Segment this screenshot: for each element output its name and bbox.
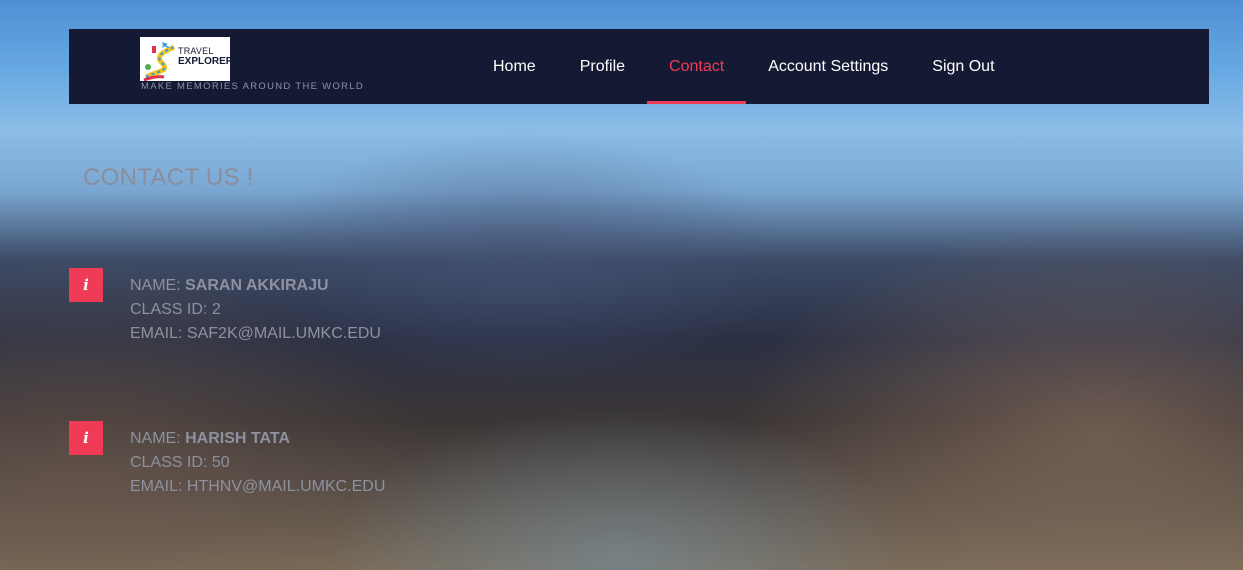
top-navbar: TRAVEL EXPLORER MAKE MEMORIES AROUND THE… (69, 29, 1209, 104)
contact-email-row: EMAIL: HTHNV@MAIL.UMKC.EDU (130, 475, 385, 499)
contact-name-row: NAME: SARAN AKKIRAJU (130, 274, 381, 298)
email-value: HTHNV@MAIL.UMKC.EDU (186, 478, 386, 495)
page-title: CONTACT US ! (83, 164, 254, 191)
contact-details: NAME: HARISH TATA CLASS ID: 50 EMAIL: HT… (130, 427, 385, 499)
main-nav: Home Profile Contact Account Settings Si… (471, 29, 1017, 104)
nav-profile[interactable]: Profile (558, 29, 647, 104)
logo-line-travel: TRAVEL (178, 46, 214, 56)
email-value: SAF2K@MAIL.UMKC.EDU (186, 325, 381, 342)
logo-line-explorer: EXPLORER (178, 56, 230, 67)
contact-card: i NAME: HARISH TATA CLASS ID: 50 EMAIL: … (69, 421, 569, 501)
nav-account-settings[interactable]: Account Settings (746, 29, 910, 104)
nav-sign-out[interactable]: Sign Out (910, 29, 1016, 104)
class-id-label: CLASS ID: (130, 454, 208, 471)
name-label: NAME: (130, 430, 181, 447)
class-id-label: CLASS ID: (130, 301, 208, 318)
info-icon: i (69, 421, 103, 455)
contact-name: SARAN AKKIRAJU (185, 277, 329, 294)
name-label: NAME: (130, 277, 181, 294)
contact-email-row: EMAIL: SAF2K@MAIL.UMKC.EDU (130, 322, 381, 346)
email-label: EMAIL: (130, 325, 183, 342)
logo-wordmark: TRAVEL EXPLORER (178, 47, 230, 67)
nav-home[interactable]: Home (471, 29, 558, 104)
brand-tagline: MAKE MEMORIES AROUND THE WORLD (141, 81, 365, 92)
nav-contact[interactable]: Contact (647, 29, 747, 104)
contact-name: HARISH TATA (185, 430, 290, 447)
contact-details: NAME: SARAN AKKIRAJU CLASS ID: 2 EMAIL: … (130, 274, 381, 346)
contact-class-row: CLASS ID: 2 (130, 298, 381, 322)
info-icon: i (69, 268, 103, 302)
contact-class-row: CLASS ID: 50 (130, 451, 385, 475)
class-id-value: 2 (211, 301, 221, 318)
email-label: EMAIL: (130, 478, 183, 495)
class-id-value: 50 (211, 454, 230, 471)
travel-explorer-logo[interactable]: TRAVEL EXPLORER (140, 37, 230, 81)
contact-card: i NAME: SARAN AKKIRAJU CLASS ID: 2 EMAIL… (69, 268, 569, 348)
contact-name-row: NAME: HARISH TATA (130, 427, 385, 451)
